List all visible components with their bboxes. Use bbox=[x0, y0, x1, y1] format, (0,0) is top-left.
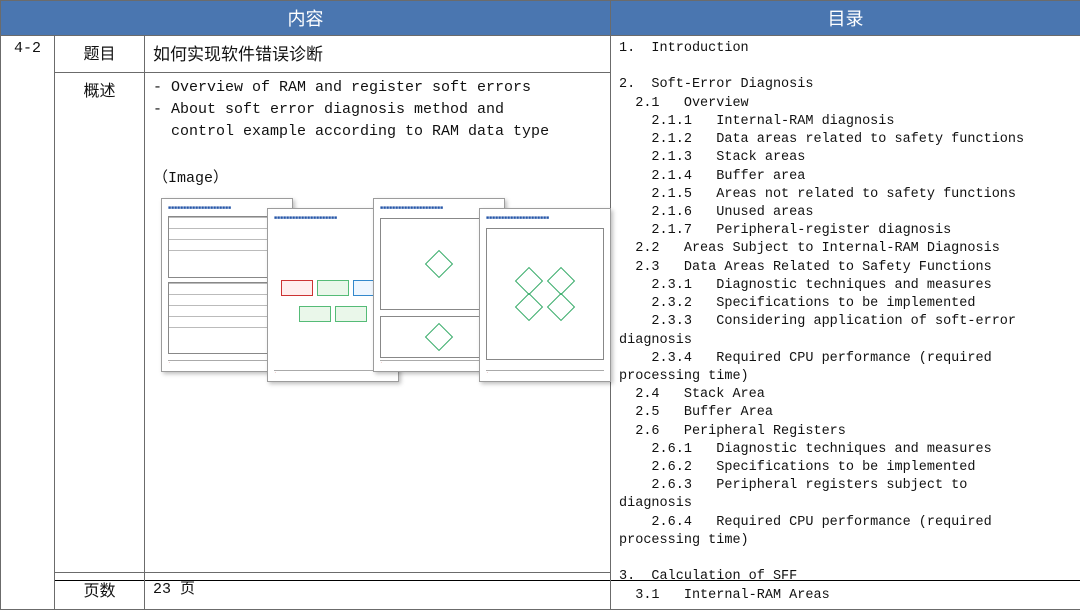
header-toc: 目录 bbox=[611, 1, 1080, 36]
summary-label: 概述 bbox=[55, 73, 145, 573]
header-content: 内容 bbox=[1, 1, 611, 36]
summary-cell: - Overview of RAM and register soft erro… bbox=[145, 73, 611, 573]
title-value: 如何实现软件错误诊断 bbox=[145, 36, 611, 73]
document-page: 内容 目录 4-2 题目 如何实现软件错误诊断 1. Introduction … bbox=[0, 0, 1080, 581]
title-label: 题目 bbox=[55, 36, 145, 73]
toc-text: 1. Introduction 2. Soft-Error Diagnosis … bbox=[619, 40, 1072, 605]
image-thumbnails: ■■■■■■■■■■■■■■■■■■■■■ . ■■■■■■■■■■■■■■■■… bbox=[161, 194, 602, 394]
image-label: （Image） bbox=[153, 168, 602, 190]
pages-value: 23 页 bbox=[145, 572, 611, 609]
pages-label: 页数 bbox=[55, 572, 145, 609]
content-table: 内容 目录 4-2 题目 如何实现软件错误诊断 1. Introduction … bbox=[0, 0, 1080, 610]
toc-cell: 1. Introduction 2. Soft-Error Diagnosis … bbox=[611, 36, 1080, 610]
title-row: 4-2 题目 如何实现软件错误诊断 1. Introduction 2. Sof… bbox=[1, 36, 1080, 73]
summary-text: - Overview of RAM and register soft erro… bbox=[153, 77, 602, 142]
thumbnail-page-4: ■■■■■■■■■■■■■■■■■■■■■ . bbox=[479, 208, 611, 382]
header-row: 内容 目录 bbox=[1, 1, 1080, 36]
section-id: 4-2 bbox=[1, 36, 55, 610]
